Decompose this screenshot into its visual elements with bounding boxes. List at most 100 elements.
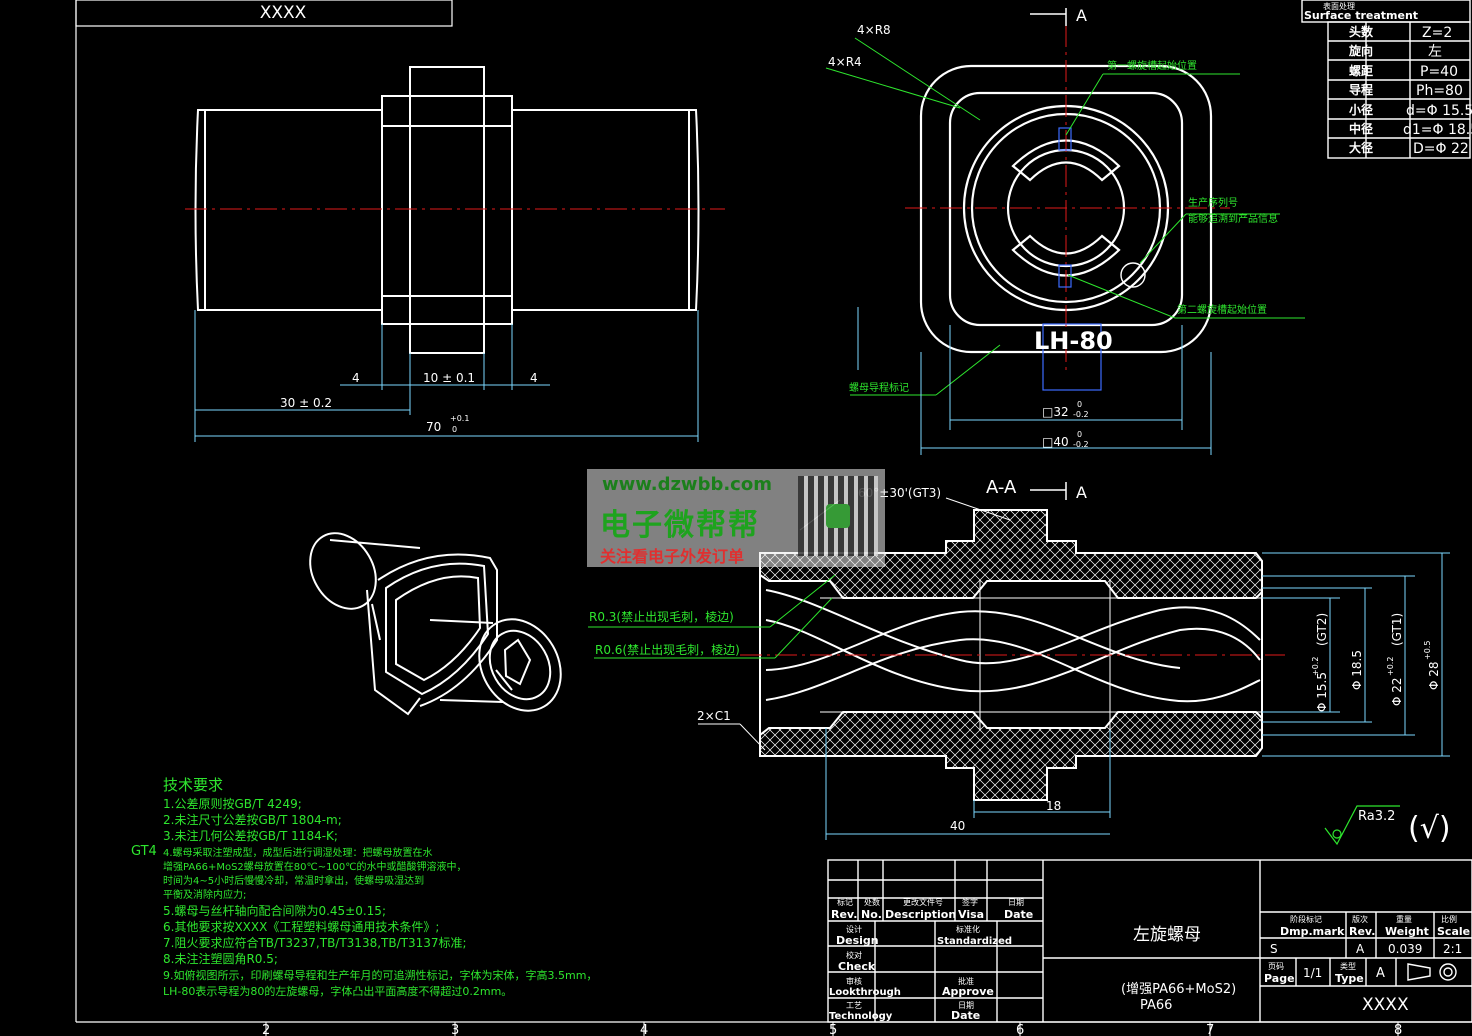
qr-code-icon <box>798 476 878 556</box>
dim-70-tol-lower: 0 <box>452 425 457 434</box>
tb-drawing-no: XXXX <box>1362 995 1409 1015</box>
radius-inner-label: 4×R4 <box>828 55 862 69</box>
tb-type-value: A <box>1376 966 1385 981</box>
tb-prop-cn: 阶段标记 <box>1290 914 1322 924</box>
radius-outer-label: 4×R8 <box>857 23 891 37</box>
dim-70-tol-upper: +0.1 <box>450 414 469 423</box>
requirement-line: 2.未注尺寸公差按GB/T 1804-m; <box>163 812 342 827</box>
dim-10: 10 ± 0.1 <box>423 371 475 385</box>
tb-prop-value: A <box>1356 942 1365 956</box>
tb-role-cn: 校对 <box>846 950 862 960</box>
requirement-line: 3.未注几何公差按GB/T 1184-K; <box>163 828 338 843</box>
tb-role-cn: 审核 <box>846 976 862 986</box>
param-row-label: 头数 <box>1349 24 1374 39</box>
section-cut-mark <box>1030 482 1067 500</box>
tb-std-en: Standardized <box>937 936 1012 947</box>
tb-header-en: Rev. <box>831 908 857 921</box>
dim-4-right: 4 <box>530 371 538 385</box>
tb-role-en: Design <box>836 934 879 947</box>
section-mark-a: A <box>1076 6 1087 25</box>
param-row-label: 中径 <box>1349 121 1373 136</box>
zone-label: 7 <box>1206 1023 1214 1036</box>
requirement-line: 5.螺母与丝杆轴向配合间隙为0.45±0.15; <box>163 903 386 918</box>
note-thread2-start: 第二螺旋槽起始位置 <box>1177 303 1267 316</box>
dim-18: 18 <box>1046 799 1061 813</box>
param-row-value: d1=Φ 18.5 <box>1403 122 1472 138</box>
dim-d15-5-tol: +0.2 <box>1311 657 1320 676</box>
param-row-value: d=Φ 15.5 <box>1406 103 1472 119</box>
tb-role-en: Technology <box>829 1011 893 1022</box>
zone-label: 4 <box>640 1023 648 1036</box>
section-mark: A <box>1076 483 1087 502</box>
requirement-line: 增强PA66+MoS2螺母放置在80℃~100℃的水中或醋酸钾溶液中， <box>163 860 466 873</box>
dim-32: □32 <box>1042 405 1069 419</box>
tb-prop-value: 2:1 <box>1443 942 1462 956</box>
tb-header-cn: 签字 <box>962 897 978 907</box>
header-title-block: XXXX <box>260 3 307 23</box>
tb-material-note: (增强PA66+MoS2) <box>1121 982 1236 997</box>
param-row-label: 大径 <box>1349 140 1373 155</box>
dim-4-left: 4 <box>352 371 360 385</box>
requirements-title: 技术要求 <box>163 776 223 794</box>
roughness-value: Ra3.2 <box>1358 809 1395 824</box>
requirement-line: 时间为4~5小时后慢慢冷却，常温时拿出，使螺母吸湿达到 <box>163 874 424 887</box>
zone-label: 6 <box>1016 1023 1024 1036</box>
tb-header-cn: 日期 <box>1008 898 1024 907</box>
tb-std-cn: 标准化 <box>956 924 980 934</box>
requirement-line: 6.其他要求按XXXX《工程塑料螺母通用技术条件》; <box>163 919 439 934</box>
dim-d22-gt: (GT1) <box>1390 613 1404 646</box>
section-title: A-A <box>986 477 1017 498</box>
requirements-gt-tag: GT4 <box>131 844 157 859</box>
dim-d28-tol: +0.5 <box>1423 641 1432 660</box>
tb-prop-value: S <box>1270 942 1278 956</box>
param-row-value: P=40 <box>1420 64 1458 80</box>
dim-d22-tol: +0.2 <box>1386 657 1395 676</box>
tb-header-en: Visa <box>958 908 984 921</box>
requirement-line: 平衡及消除内应力; <box>163 888 246 901</box>
note-r06: R0.6(禁止出现毛刺，棱边) <box>595 642 740 657</box>
dim-30: 30 ± 0.2 <box>280 396 332 410</box>
roughness-check: (√) <box>1408 811 1451 846</box>
tb-prop-en: Weight <box>1385 925 1429 938</box>
tb-prop-cn: 版次 <box>1352 914 1368 924</box>
dim-d15-5-gt: (GT2) <box>1315 613 1329 646</box>
tb-material: PA66 <box>1140 998 1172 1013</box>
dim-40-section: 40 <box>950 819 965 833</box>
param-row-label: 小径 <box>1349 102 1373 117</box>
tb-header-en: Date <box>1004 908 1033 921</box>
dim-32-tol-lower: -0.2 <box>1073 410 1089 419</box>
tb-header-cn: 更改文件号 <box>903 897 943 907</box>
side-view[interactable] <box>194 66 700 354</box>
zone-label: 3 <box>451 1023 459 1036</box>
watermark-url: www.dzwbb.com <box>602 474 772 495</box>
tb-header-en: Description <box>885 908 956 921</box>
zone-label: 8 <box>1394 1023 1402 1036</box>
tb-prop-en: Dmp.mark <box>1280 925 1345 938</box>
param-row-value: 左 <box>1428 44 1442 60</box>
tb-role-cn: 设计 <box>846 924 862 934</box>
watermark-brand: 电子微帮帮 <box>600 508 760 543</box>
tb-type-cn: 类型 <box>1340 961 1356 971</box>
chamfer-note: 2×C1 <box>697 709 731 723</box>
requirement-line: 9.如俯视图所示，印刷螺母导程和生产年月的可追溯性标记，字体为宋体，字高3.5m… <box>163 968 597 982</box>
tb-page-en: Page <box>1264 972 1295 985</box>
param-row-value: Ph=80 <box>1416 83 1463 99</box>
zone-label: 2 <box>262 1023 270 1036</box>
tb-prop-en: Scale <box>1437 925 1470 938</box>
tb-page-value: 1/1 <box>1303 966 1322 980</box>
tb-prop-value: 0.039 <box>1388 942 1422 956</box>
tb-role-cn: 工艺 <box>846 1001 862 1010</box>
tb-prop-en: Rev. <box>1349 925 1375 938</box>
dim-d22: Φ 22 <box>1390 677 1404 706</box>
isometric-view[interactable] <box>297 521 577 725</box>
tb-part-name: 左旋螺母 <box>1133 925 1201 945</box>
dim-d15-5: Φ 15.5 <box>1315 672 1329 712</box>
dim-32-tol: 0 <box>1077 400 1082 409</box>
note-serial: 生产序列号 <box>1188 196 1238 209</box>
tb-page-cn: 页码 <box>1268 962 1284 971</box>
dim-70: 70 <box>426 420 441 434</box>
section-cut-mark-top <box>1030 8 1067 26</box>
param-row-value: D=Φ 22 <box>1413 141 1469 157</box>
dim-d18-5: Φ 18.5 <box>1350 650 1364 690</box>
tb-header-cn: 标记 <box>837 897 853 907</box>
